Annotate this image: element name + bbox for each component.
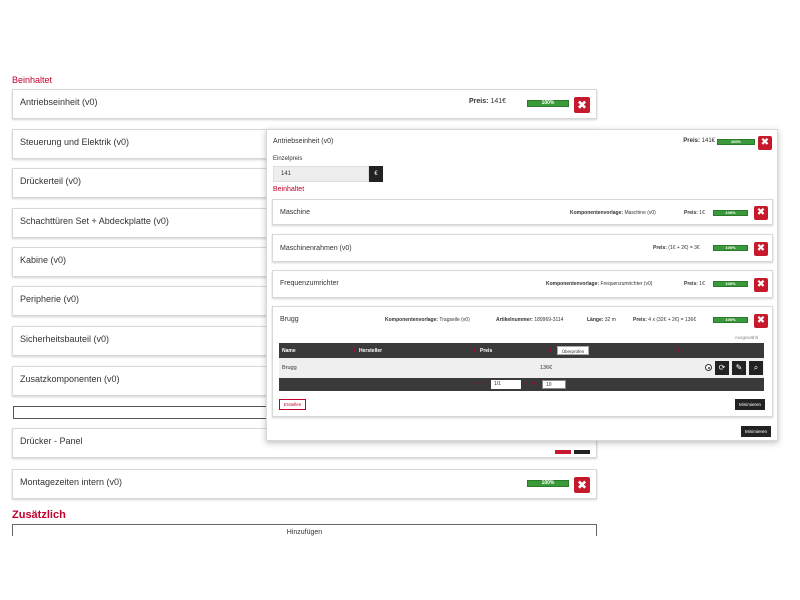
subcomponent-price: Preis: 4 x (32€ + 2€) = 136€	[633, 317, 697, 323]
add-button[interactable]: Hinzufügen	[12, 524, 597, 536]
subcomponent-row-frequenzumrichter[interactable]: Frequenzumrichter Komponentenvorlage: Fr…	[272, 270, 773, 298]
column-header-hersteller[interactable]: Hersteller	[359, 348, 382, 354]
cell-price: 136€	[540, 365, 553, 371]
component-name: Kabine (v0)	[20, 255, 67, 265]
template-info: Komponentenvorlage: Frequenzumrichter (v…	[546, 281, 653, 287]
selected-label: Ausgewählt	[734, 335, 758, 340]
component-detail-dialog: Antriebseinheit (v0) Preis: 141€ 100% ✖ …	[266, 129, 778, 441]
article-number: Artikelnummer: 189969-3114	[496, 317, 564, 323]
delete-icon[interactable]: ✖	[754, 242, 768, 256]
template-info: Komponentenvorlage: Tragseile (v0)	[385, 317, 470, 323]
progress-bar: 100%	[713, 245, 748, 251]
component-row-montagezeiten[interactable]: Montagezeiten intern (v0) 100% ✖	[12, 469, 597, 499]
progress-bar: 100%	[527, 480, 569, 487]
subcomponent-name: Frequenzumrichter	[280, 280, 339, 287]
edit-icon[interactable]: ✎	[732, 361, 746, 375]
currency-addon: €	[369, 166, 383, 182]
column-header-name[interactable]: Name	[282, 348, 296, 354]
page-input[interactable]: 1/1	[491, 380, 521, 389]
subcomponent-name: Maschine	[280, 209, 310, 216]
delete-icon[interactable]: ✖	[574, 97, 590, 113]
unit-price-input[interactable]: 141	[273, 166, 369, 182]
component-name: Schachttüren Set + Abdeckplatte (v0)	[20, 216, 169, 226]
subcomponent-price: Preis: 1€	[684, 210, 705, 216]
progress-bar: 100%	[713, 210, 748, 216]
sort-icon[interactable]: ⇕	[352, 348, 356, 354]
minimize-button[interactable]: Minimieren	[735, 399, 765, 410]
subcomponent-name: Maschinenrahmen (v0)	[280, 245, 352, 252]
delete-icon[interactable]: ✖	[754, 278, 768, 292]
length-info: Länge: 32 m	[587, 317, 616, 323]
component-name: Montagezeiten intern (v0)	[20, 477, 123, 487]
sort-icon[interactable]: ⇕	[677, 348, 681, 354]
component-name: Drückerteil (v0)	[20, 176, 82, 186]
subcomponent-price: Preis: 1€	[684, 281, 705, 287]
next-page-icon[interactable]: ›	[525, 381, 527, 387]
template-info: Komponentenvorlage: Maschine (v0)	[570, 210, 656, 216]
close-icon[interactable]: ✖	[758, 136, 772, 150]
refresh-icon[interactable]: ⟳	[715, 361, 729, 375]
dialog-contains-title: Beinhaltet	[273, 186, 305, 193]
subcomponent-row-maschine[interactable]: Maschine Komponentenvorlage: Maschine (v…	[272, 199, 773, 225]
edit-icon[interactable]	[574, 450, 590, 454]
subcomponent-name: Brugg	[280, 316, 299, 323]
progress-bar: 100%	[717, 139, 755, 145]
last-page-icon[interactable]: »	[532, 381, 535, 387]
component-name: Peripherie (v0)	[20, 294, 80, 304]
pagination-bar: « ‹ 1/1 › » 10	[279, 378, 764, 391]
dialog-price: Preis: 141€	[683, 138, 715, 144]
component-name: Steuerung und Elektrik (v0)	[20, 137, 130, 147]
cell-name: Brugg	[282, 365, 297, 371]
subcomponent-price: Preis: (1€ + 2€) = 3€	[653, 245, 700, 251]
search-icon[interactable]: ⌕	[749, 361, 763, 375]
contains-section-title: Beinhaltet	[12, 75, 53, 85]
column-header-preis[interactable]: Preis	[480, 348, 492, 354]
progress-bar: 100%	[713, 317, 748, 323]
dialog-title: Antriebseinheit (v0)	[273, 138, 334, 145]
subcomponent-row-brugg[interactable]: Brugg Komponentenvorlage: Tragseile (v0)…	[272, 306, 773, 417]
component-name: Antriebseinheit (v0)	[20, 97, 98, 107]
page-size-select[interactable]: 10	[542, 380, 566, 389]
sort-icon[interactable]: ⇕	[548, 348, 552, 354]
sort-icon[interactable]: ⇕	[472, 348, 476, 354]
delete-icon[interactable]: ✖	[754, 206, 768, 220]
progress-bar: 100%	[713, 281, 748, 287]
delete-icon[interactable]	[555, 450, 571, 454]
delete-icon[interactable]: ✖	[754, 314, 768, 328]
component-row-antriebseinheit[interactable]: Antriebseinheit (v0) Preis: 141€ 100% ✖	[12, 89, 597, 119]
select-radio[interactable]	[705, 364, 712, 371]
prev-page-icon[interactable]: ‹	[483, 381, 485, 387]
progress-bar: 100%	[527, 100, 569, 107]
additional-section-title: Zusätzlich	[12, 509, 66, 521]
component-name: Sicherheitsbauteil (v0)	[20, 334, 110, 344]
first-page-icon[interactable]: «	[475, 381, 478, 387]
create-button[interactable]: Erstellen	[279, 399, 306, 410]
component-price: Preis: 141€	[469, 98, 506, 105]
check-button[interactable]: Überprüfen	[557, 346, 589, 355]
component-name: Zusatzkomponenten (v0)	[20, 374, 120, 384]
subcomponent-row-maschinenrahmen[interactable]: Maschinenrahmen (v0) Preis: (1€ + 2€) = …	[272, 234, 773, 262]
delete-icon[interactable]: ✖	[574, 477, 590, 493]
table-row[interactable]: Brugg 136€ ⟳ ✎ ⌕	[279, 358, 764, 378]
component-name: Drücker - Panel	[20, 436, 83, 446]
minimize-dialog-button[interactable]: Minimieren	[741, 426, 771, 437]
unit-price-label: Einzelpreis	[273, 156, 303, 162]
table-header: Name ⇕ Hersteller ⇕ Preis ⇕ Überprüfen ⇕	[279, 343, 764, 358]
